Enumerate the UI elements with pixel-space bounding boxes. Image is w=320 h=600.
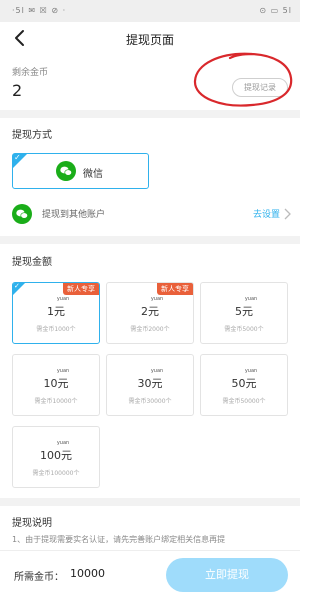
status-icons-left: ·5l ✉ ☒ ⊘ · xyxy=(12,6,67,15)
required-coins-label: 所需金币： xyxy=(14,572,64,583)
yuan-label: yuan xyxy=(244,368,258,374)
section-divider xyxy=(0,498,300,506)
required-coins-value: 10000 xyxy=(70,567,105,580)
amount-requirement: 需金币100000个 xyxy=(32,470,80,477)
withdraw-record-button[interactable]: 提现记录 xyxy=(232,78,288,97)
pay-option-label: 微信 xyxy=(83,169,103,180)
page-title: 提现页面 xyxy=(125,33,174,47)
withdraw-now-button[interactable]: 立即提现 xyxy=(166,558,288,592)
check-icon: ✓ xyxy=(14,282,20,290)
new-user-badge: 新人专享 xyxy=(157,283,193,295)
wechat-icon xyxy=(56,161,76,181)
amount-card-50[interactable]: yuan 50元 需金币50000个 xyxy=(200,354,288,416)
amount-value: 2元 xyxy=(141,305,159,318)
wechat-icon xyxy=(12,204,32,224)
other-account-label: 提现到其他账户 xyxy=(42,210,106,220)
balance-label: 剩余金币 xyxy=(12,68,49,78)
amount-value: 1元 xyxy=(47,305,65,318)
amount-requirement: 需金币5000个 xyxy=(224,326,264,333)
new-user-badge: 新人专享 xyxy=(63,283,99,295)
pay-option-wechat[interactable]: ✓ 微信 xyxy=(12,153,149,189)
section-divider xyxy=(0,110,300,118)
check-icon: ✓ xyxy=(14,153,21,162)
yuan-label: yuan xyxy=(56,440,70,446)
amount-card-5[interactable]: yuan 5元 需金币5000个 xyxy=(200,282,288,344)
amount-card-30[interactable]: yuan 30元 需金币30000个 xyxy=(106,354,194,416)
footer-bar: 所需金币： 10000 立即提现 xyxy=(0,550,300,600)
amount-requirement: 需金币50000个 xyxy=(222,398,266,405)
pay-method-title: 提现方式 xyxy=(12,130,52,141)
amount-card-100[interactable]: yuan 100元 需金币100000个 xyxy=(12,426,100,488)
amount-card-1[interactable]: ✓ 新人专享 yuan 1元 需金币1000个 xyxy=(12,282,100,344)
status-icons-right: ⊙ ▭ 5l xyxy=(259,6,292,15)
amount-card-2[interactable]: 新人专享 yuan 2元 需金币2000个 xyxy=(106,282,194,344)
yuan-label: yuan xyxy=(150,296,164,302)
other-account-row[interactable]: 提现到其他账户 去设置 xyxy=(0,198,300,230)
section-divider xyxy=(0,236,300,244)
chevron-right-icon xyxy=(284,208,291,220)
go-settings-link[interactable]: 去设置 xyxy=(253,207,280,220)
amount-value: 10元 xyxy=(43,377,69,390)
amount-value: 100元 xyxy=(40,449,72,462)
amount-title: 提现金额 xyxy=(12,257,52,268)
notes-text: 1、由于提现需要实名认证，请先完善账户绑定相关信息再提 xyxy=(12,535,226,544)
balance-value: 2 xyxy=(12,81,23,100)
amount-requirement: 需金币1000个 xyxy=(36,326,76,333)
amount-requirement: 需金币2000个 xyxy=(130,326,170,333)
status-bar: ·5l ✉ ☒ ⊘ · ⊙ ▭ 5l xyxy=(0,0,300,22)
yuan-label: yuan xyxy=(150,368,164,374)
balance-section: 剩余金币 2 提现记录 xyxy=(0,54,300,110)
amount-value: 30元 xyxy=(137,377,163,390)
amount-requirement: 需金币10000个 xyxy=(34,398,78,405)
nav-bar: 提现页面 xyxy=(0,22,300,54)
amount-requirement: 需金币30000个 xyxy=(128,398,172,405)
amount-card-10[interactable]: yuan 10元 需金币10000个 xyxy=(12,354,100,416)
yuan-label: yuan xyxy=(244,296,258,302)
yuan-label: yuan xyxy=(56,368,70,374)
notes-title: 提现说明 xyxy=(12,518,52,529)
amount-value: 5元 xyxy=(235,305,253,318)
yuan-label: yuan xyxy=(56,296,70,302)
amount-value: 50元 xyxy=(231,377,257,390)
